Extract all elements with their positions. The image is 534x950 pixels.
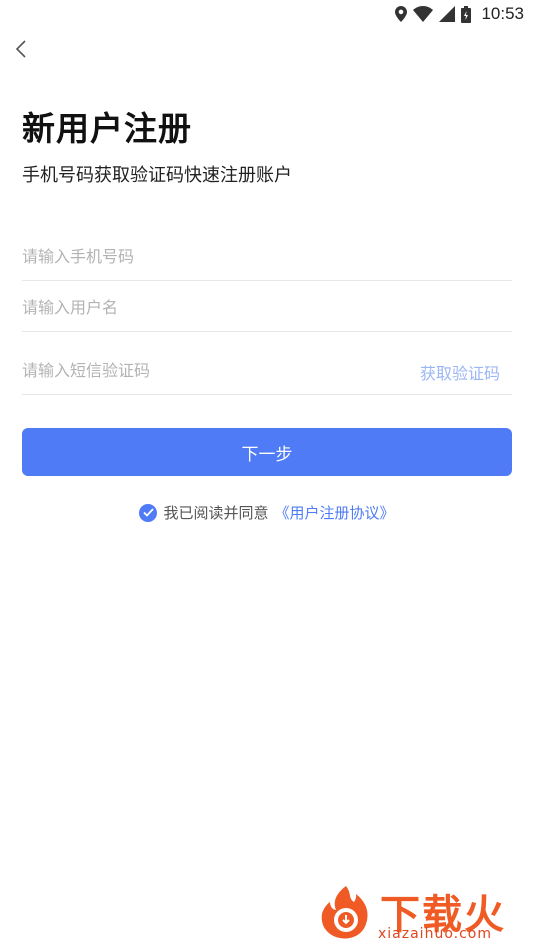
sms-code-field: 获取验证码 [22,350,512,395]
location-icon [395,6,408,22]
flame-logo-icon [316,882,376,942]
page-subtitle: 手机号码获取验证码快速注册账户 [22,165,292,186]
next-button[interactable]: 下一步 [22,428,512,476]
username-field [22,287,512,332]
agreement-text: 我已阅读并同意 [163,504,269,522]
chevron-left-icon [14,39,28,63]
back-button[interactable] [8,38,34,64]
username-input[interactable] [22,287,512,327]
cell-signal-icon [439,6,456,22]
check-icon [143,508,154,517]
status-bar: 10:53 [0,0,534,28]
page-title: 新用户注册 [22,109,192,148]
user-agreement-link[interactable]: 《用户注册协议》 [275,502,395,523]
status-icons: 10:53 [395,3,524,25]
agreement-row: 我已阅读并同意 《用户注册协议》 [0,502,534,523]
battery-icon [461,5,472,23]
watermark-url: xiazaihuo.com [378,926,492,942]
phone-input[interactable] [22,236,512,276]
phone-field [22,236,512,281]
watermark: 下载火 xiazaihuo.com [314,880,528,946]
status-time: 10:53 [481,4,524,23]
get-code-button[interactable]: 获取验证码 [420,360,500,384]
wifi-icon [413,6,434,22]
agreement-checkbox[interactable] [139,503,158,522]
